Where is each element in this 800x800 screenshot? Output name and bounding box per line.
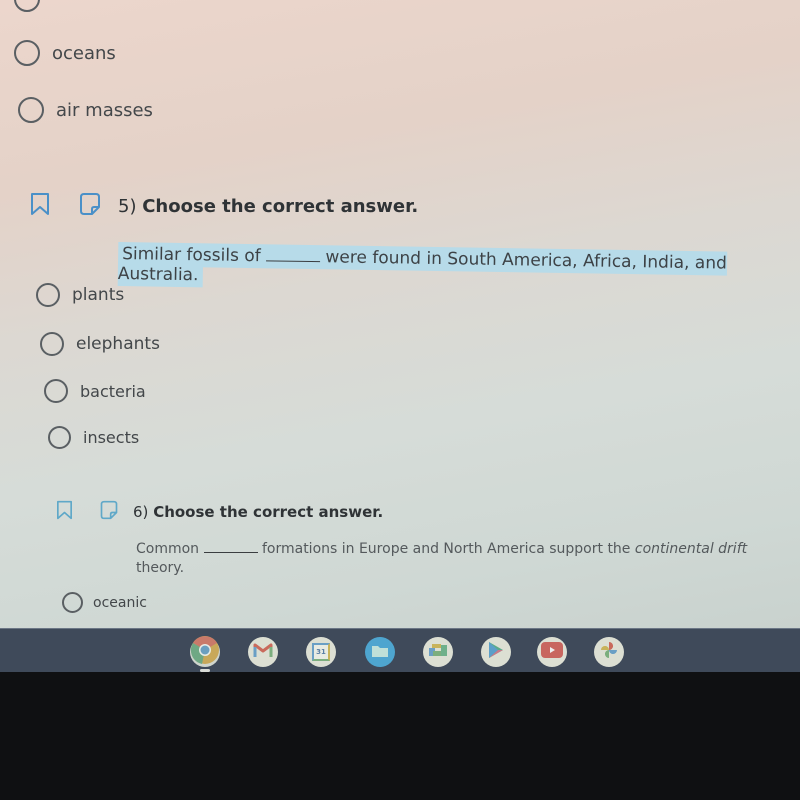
question-5-header: 5) Choose the correct answer. <box>30 192 418 220</box>
question-title: Choose the correct answer. <box>142 195 419 217</box>
bookmark-icon[interactable] <box>30 192 50 220</box>
laptop-bezel <box>0 672 800 800</box>
question-6-prompt: Common formations in Europe and North Am… <box>136 540 776 578</box>
radio-button[interactable] <box>44 379 68 403</box>
note-icon[interactable] <box>78 192 102 220</box>
note-icon[interactable] <box>99 500 119 524</box>
option-label: air masses <box>56 99 153 121</box>
app-gmail[interactable] <box>248 637 278 667</box>
radio-button[interactable] <box>62 592 83 613</box>
answer-option-elephants[interactable]: elephants <box>40 332 160 356</box>
option-label: oceanic <box>93 594 147 611</box>
quiz-page: oceans air masses 5) Choose the correct … <box>0 0 800 628</box>
radio-button[interactable] <box>36 283 60 307</box>
fill-in-blank <box>203 552 258 553</box>
answer-option-oceanic[interactable]: oceanic <box>62 592 147 613</box>
prompt-text: formations in Europe and North America s… <box>261 541 631 557</box>
radio-button[interactable] <box>14 40 40 66</box>
option-label: oceans <box>52 42 116 64</box>
radio-button[interactable] <box>14 0 40 12</box>
play-store-icon <box>488 641 504 663</box>
youtube-icon <box>541 642 563 662</box>
app-slides[interactable] <box>423 637 453 667</box>
app-files[interactable] <box>365 637 395 667</box>
radio-button[interactable] <box>48 426 71 449</box>
question-number: 5) <box>118 195 137 217</box>
radio-button[interactable] <box>40 332 64 356</box>
prompt-text: Common <box>136 541 200 557</box>
option-label: insects <box>83 428 140 447</box>
answer-option-bacteria[interactable]: bacteria <box>44 379 146 403</box>
answer-option-air-masses[interactable]: air masses <box>18 97 153 123</box>
answer-option-plants[interactable]: plants <box>36 283 124 307</box>
slides-icon <box>428 642 448 662</box>
option-label: plants <box>72 285 125 305</box>
files-icon <box>371 643 389 662</box>
option-label: elephants <box>76 334 160 354</box>
app-photos[interactable] <box>594 637 624 667</box>
question-5-prompt: Similar fossils of were found in South A… <box>117 242 800 295</box>
bookmark-icon[interactable] <box>56 500 73 524</box>
answer-option-insects[interactable]: insects <box>48 426 139 449</box>
app-chrome[interactable] <box>190 635 220 669</box>
chrome-icon <box>190 635 220 669</box>
photos-icon <box>599 640 619 664</box>
question-title: Choose the correct answer. <box>153 503 384 521</box>
taskbar-shelf: 31 <box>0 628 800 673</box>
question-number: 6) <box>133 503 149 521</box>
prompt-italic-text: continental drift <box>634 541 748 557</box>
answer-option-oceans[interactable]: oceans <box>14 40 116 66</box>
question-6-header: 6) Choose the correct answer. <box>56 500 383 524</box>
app-play-store[interactable] <box>481 637 511 667</box>
prompt-text: theory. <box>136 560 185 576</box>
answer-option[interactable] <box>14 0 52 12</box>
app-youtube[interactable] <box>537 637 567 667</box>
radio-button[interactable] <box>18 97 44 123</box>
fill-in-blank <box>265 260 321 263</box>
option-label: bacteria <box>80 381 146 401</box>
calendar-icon: 31 <box>312 643 330 661</box>
app-calendar[interactable]: 31 <box>306 637 336 667</box>
prompt-text: Similar fossils of <box>121 244 261 267</box>
gmail-icon <box>253 642 273 662</box>
